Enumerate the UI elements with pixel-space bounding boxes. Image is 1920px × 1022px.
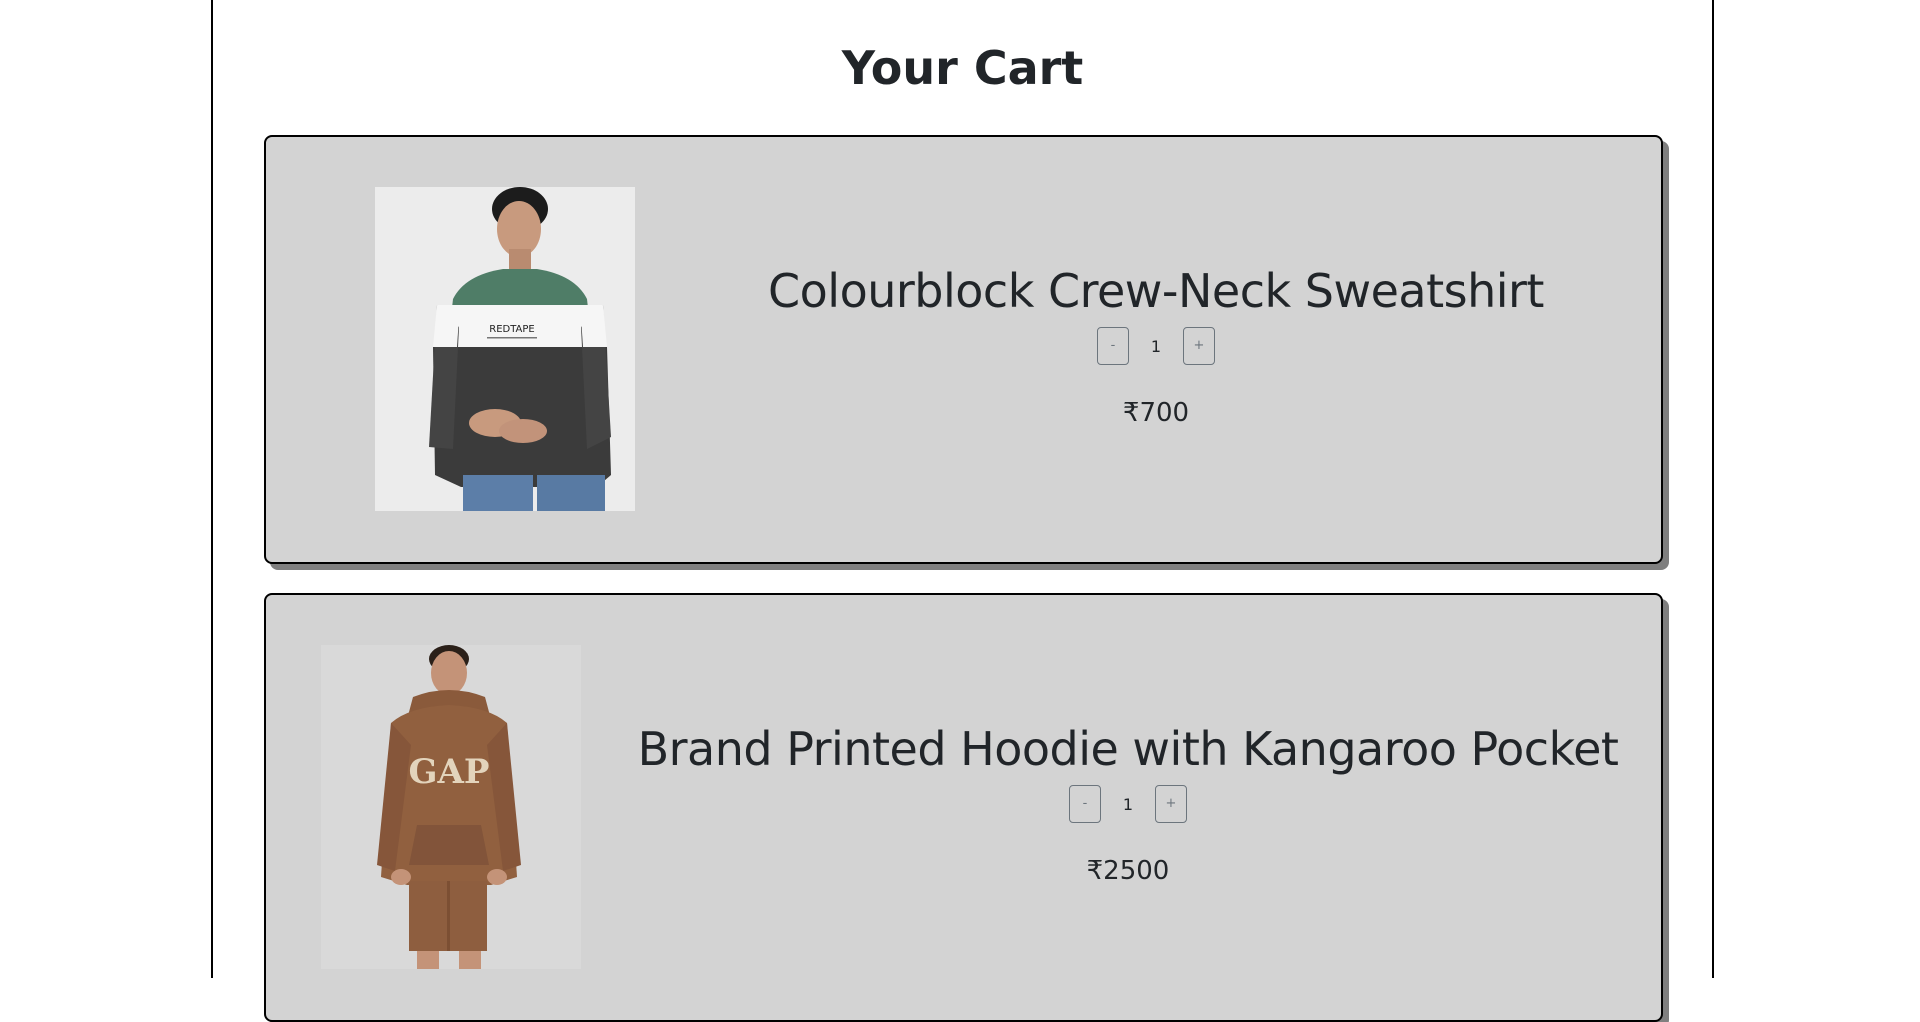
brand-logo-text: GAP bbox=[409, 752, 490, 792]
cart-item: GAP Brand Printed Hoodie with Kangaroo P… bbox=[264, 593, 1663, 1022]
cart-page-container: Your Cart REDTAPE Colourblock Crew-Neck … bbox=[211, 0, 1714, 1022]
cart-item: REDTAPE Colourblock Crew-Neck Sweatshirt… bbox=[264, 135, 1663, 564]
decrement-quantity-button[interactable]: - bbox=[1097, 327, 1129, 365]
product-name: Colourblock Crew-Neck Sweatshirt bbox=[768, 264, 1544, 318]
product-info: Brand Printed Hoodie with Kangaroo Pocke… bbox=[594, 721, 1662, 887]
brand-logo-text: REDTAPE bbox=[489, 324, 535, 335]
increment-quantity-button[interactable]: + bbox=[1183, 327, 1215, 365]
product-price: ₹2500 bbox=[1086, 856, 1170, 886]
quantity-stepper: - 1 + bbox=[651, 327, 1661, 365]
product-name: Brand Printed Hoodie with Kangaroo Pocke… bbox=[637, 722, 1619, 776]
page-title: Your Cart bbox=[841, 41, 1084, 95]
quantity-stepper: - 1 + bbox=[594, 785, 1662, 823]
product-image-sweatshirt: REDTAPE bbox=[375, 187, 635, 511]
quantity-value: 1 bbox=[1150, 336, 1162, 356]
quantity-value: 1 bbox=[1122, 794, 1134, 814]
decrement-quantity-button[interactable]: - bbox=[1069, 785, 1101, 823]
product-info: Colourblock Crew-Neck Sweatshirt - 1 + ₹… bbox=[651, 263, 1661, 429]
product-price: ₹700 bbox=[1122, 398, 1190, 428]
product-image-hoodie: GAP bbox=[321, 645, 581, 969]
increment-quantity-button[interactable]: + bbox=[1155, 785, 1187, 823]
